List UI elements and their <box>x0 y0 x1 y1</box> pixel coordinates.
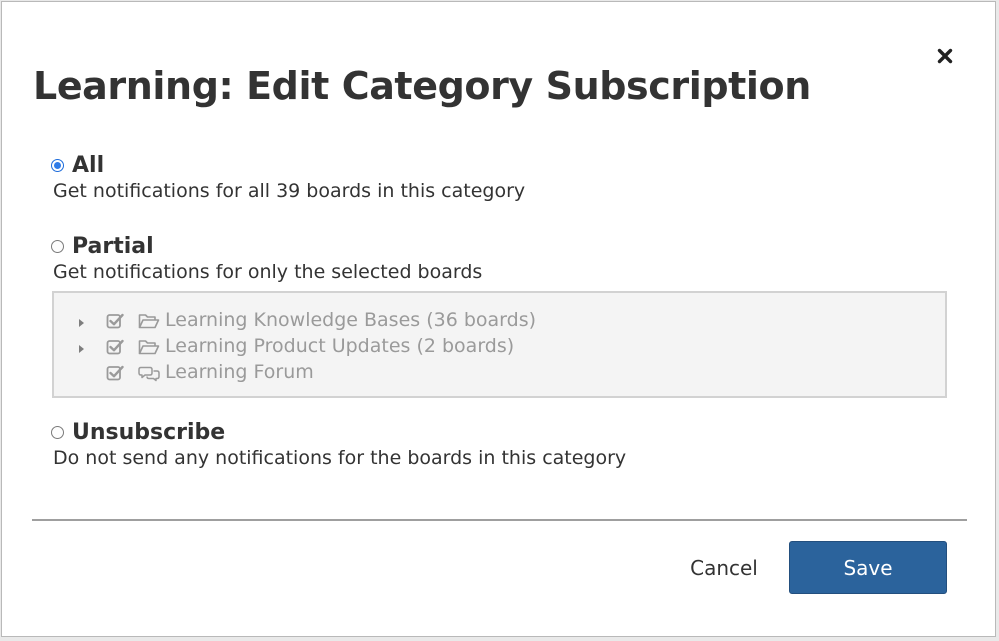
option-unsubscribe-label: Unsubscribe <box>72 420 226 445</box>
radio-all[interactable] <box>51 159 64 172</box>
expand-caret-icon[interactable] <box>79 345 84 353</box>
radio-unsubscribe[interactable] <box>51 426 64 439</box>
save-button[interactable]: Save <box>789 541 947 594</box>
cancel-button[interactable]: Cancel <box>674 544 774 592</box>
footer-divider <box>32 519 967 521</box>
dialog-title: Learning: Edit Category Subscription <box>33 64 811 108</box>
checkbox-checked-icon[interactable] <box>106 312 124 330</box>
option-partial-description: Get notifications for only the selected … <box>53 261 483 283</box>
checkbox-checked-icon[interactable] <box>106 338 124 356</box>
option-partial-label: Partial <box>72 234 154 259</box>
forum-icon <box>138 366 160 382</box>
close-button[interactable] <box>932 43 958 69</box>
folder-icon <box>138 340 160 355</box>
option-all[interactable]: All <box>51 153 104 178</box>
option-unsubscribe-description: Do not send any notifications for the bo… <box>53 447 627 469</box>
tree-item-label: Learning Knowledge Bases (36 boards) <box>165 309 537 331</box>
expand-caret-icon[interactable] <box>79 319 84 327</box>
tree-item-label: Learning Forum <box>165 361 314 383</box>
edit-subscription-dialog: Learning: Edit Category Subscription All… <box>1 1 996 637</box>
option-all-label: All <box>72 153 105 178</box>
folder-icon <box>138 314 160 329</box>
close-icon <box>937 48 953 64</box>
checkbox-checked-icon[interactable] <box>106 364 124 382</box>
tree-item-label: Learning Product Updates (2 boards) <box>165 335 515 357</box>
option-partial[interactable]: Partial <box>51 234 154 259</box>
radio-partial[interactable] <box>51 240 64 253</box>
board-tree: Learning Knowledge Bases (36 boards) Lea… <box>52 291 947 398</box>
option-unsubscribe[interactable]: Unsubscribe <box>51 420 225 445</box>
option-all-description: Get notifications for all 39 boards in t… <box>53 180 526 202</box>
